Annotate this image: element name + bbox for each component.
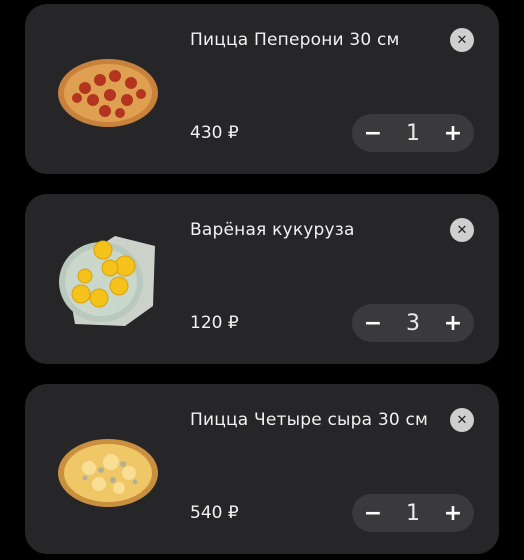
remove-item-button[interactable]: ✕ [450,408,474,432]
boiled-corn-image [59,236,155,326]
quantity-value: 3 [406,310,420,336]
item-title: Варёная кукуруза [190,220,355,240]
quantity-value: 1 [406,120,420,146]
cart-item: Пицца Пеперони 30 см 430 ₽ ✕ − 1 + [25,4,499,174]
quantity-value: 1 [406,500,420,526]
four-cheese-pizza-image [58,439,158,507]
remove-item-button[interactable]: ✕ [450,28,474,52]
remove-item-button[interactable]: ✕ [450,218,474,242]
increase-quantity-button[interactable]: + [434,304,472,342]
item-title: Пицца Четыре сыра 30 см [190,410,429,430]
quantity-stepper: − 1 + [352,114,474,152]
close-icon: ✕ [456,222,468,238]
item-price: 540 ₽ [190,503,239,523]
cart-item: Пицца Четыре сыра 30 см 540 ₽ ✕ − 1 + [25,384,499,554]
close-icon: ✕ [456,412,468,428]
quantity-stepper: − 1 + [352,494,474,532]
item-price: 430 ₽ [190,123,239,143]
pepperoni-pizza-image [58,59,158,127]
item-title: Пицца Пеперони 30 см [190,30,400,50]
quantity-stepper: − 3 + [352,304,474,342]
item-price: 120 ₽ [190,313,239,333]
increase-quantity-button[interactable]: + [434,114,472,152]
decrease-quantity-button[interactable]: − [354,114,392,152]
cart-item: Варёная кукуруза 120 ₽ ✕ − 3 + [25,194,499,364]
decrease-quantity-button[interactable]: − [354,304,392,342]
increase-quantity-button[interactable]: + [434,494,472,532]
decrease-quantity-button[interactable]: − [354,494,392,532]
close-icon: ✕ [456,32,468,48]
